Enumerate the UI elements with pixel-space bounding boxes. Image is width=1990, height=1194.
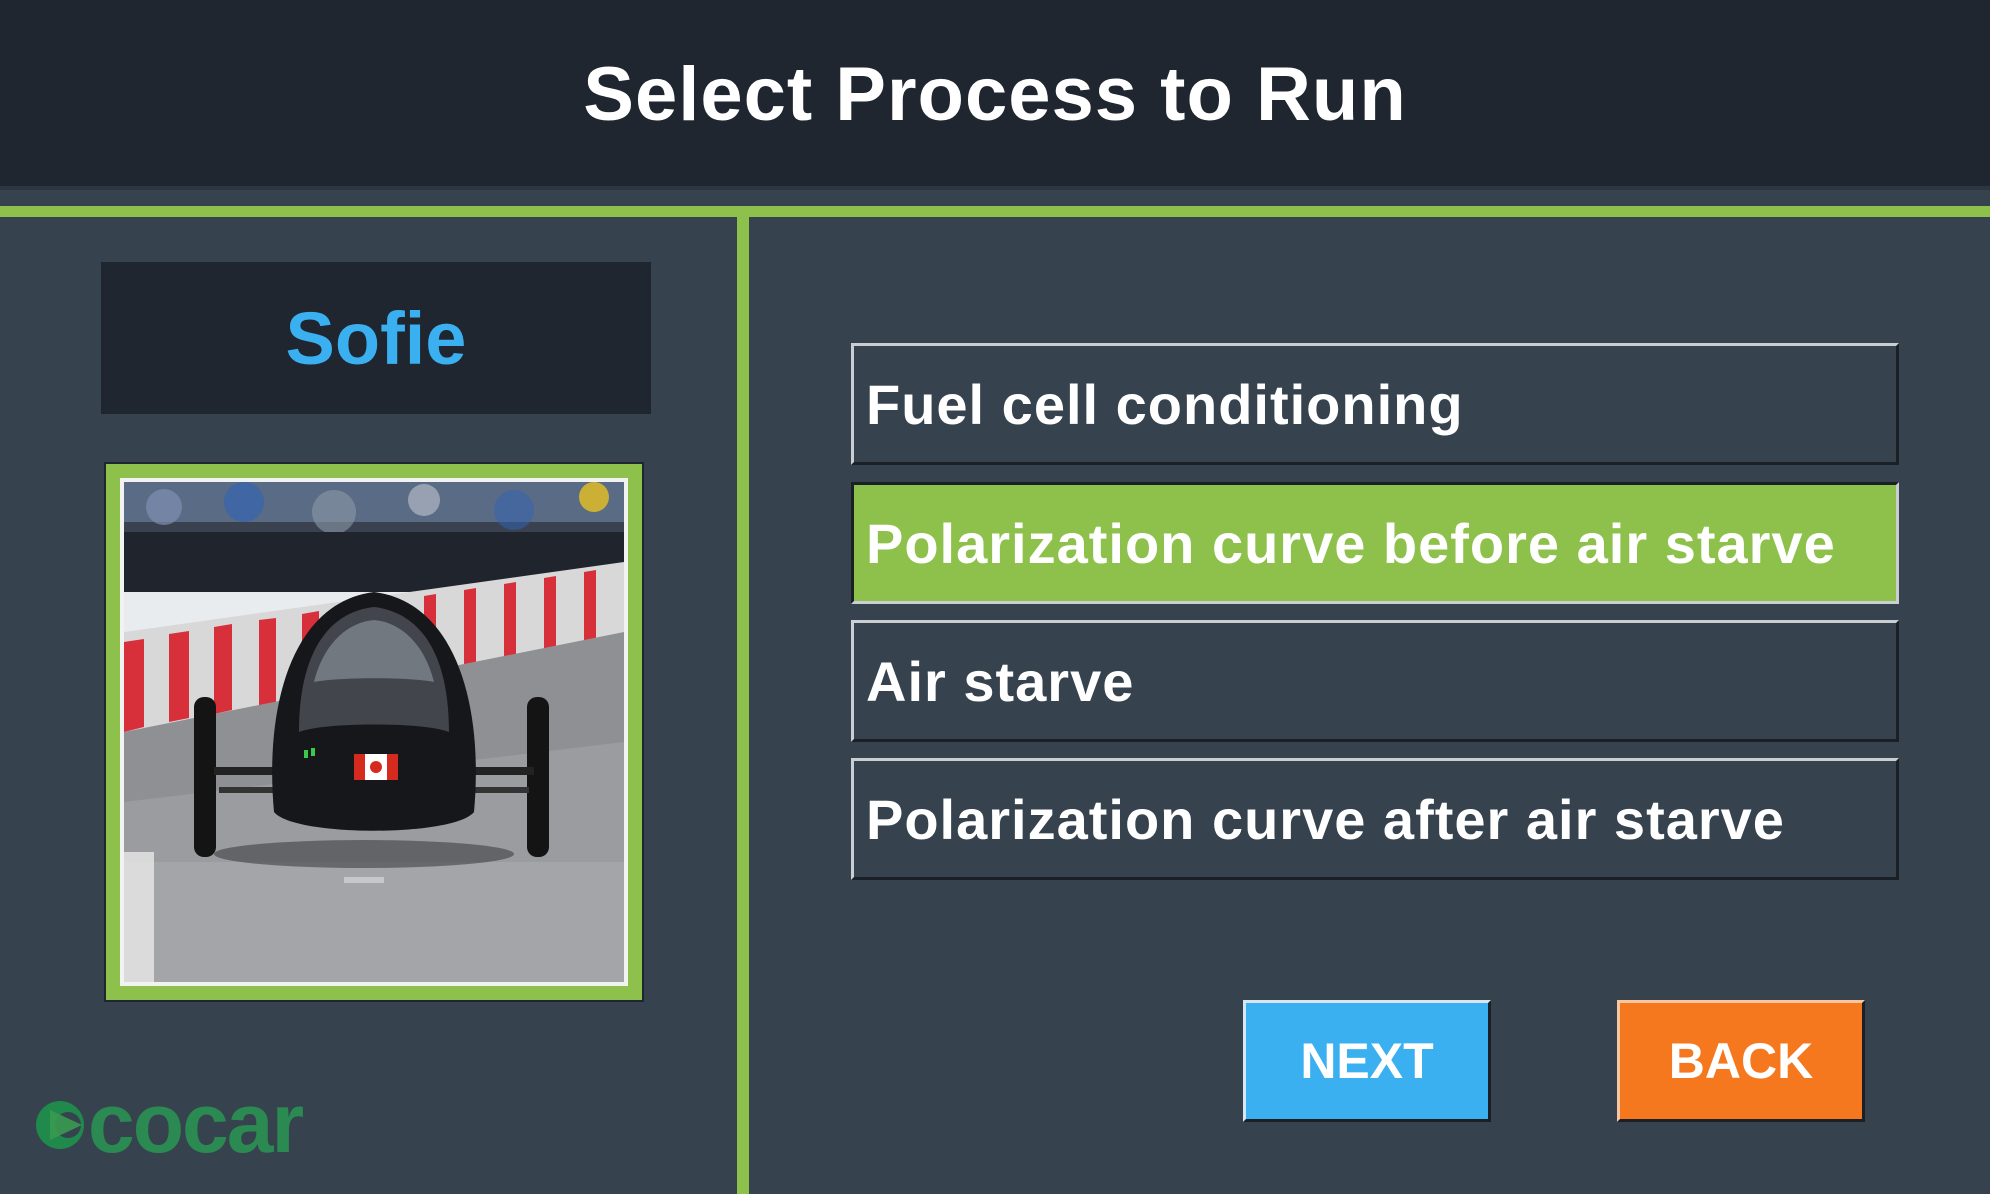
next-button[interactable]: NEXT xyxy=(1243,1000,1491,1122)
option-polarization-after[interactable]: Polarization curve after air starve xyxy=(851,758,1899,880)
process-selection-screen: Select Process to Run Sofie cocar Fuel c… xyxy=(0,0,1990,1194)
option-label: Polarization curve before air starve xyxy=(866,511,1836,575)
option-label: Air starve xyxy=(866,649,1135,713)
option-fuel-cell-conditioning[interactable]: Fuel cell conditioning xyxy=(851,343,1899,465)
horizontal-divider xyxy=(0,206,1990,217)
back-button[interactable]: BACK xyxy=(1617,1000,1865,1122)
option-label: Fuel cell conditioning xyxy=(866,372,1464,436)
vertical-divider xyxy=(737,217,749,1194)
header-bar: Select Process to Run xyxy=(0,0,1990,190)
ecocar-logo: cocar xyxy=(36,1080,305,1160)
header-spacer xyxy=(0,190,1990,206)
photo-frame xyxy=(104,462,644,1002)
racing-car-photo xyxy=(120,478,628,986)
option-air-starve[interactable]: Air starve xyxy=(851,620,1899,742)
option-label: Polarization curve after air starve xyxy=(866,787,1785,851)
page-title: Select Process to Run xyxy=(583,52,1407,137)
user-name: Sofie xyxy=(285,296,467,380)
svg-text:cocar: cocar xyxy=(88,1080,303,1160)
option-polarization-before[interactable]: Polarization curve before air starve xyxy=(851,482,1899,604)
user-name-box: Sofie xyxy=(101,262,651,414)
